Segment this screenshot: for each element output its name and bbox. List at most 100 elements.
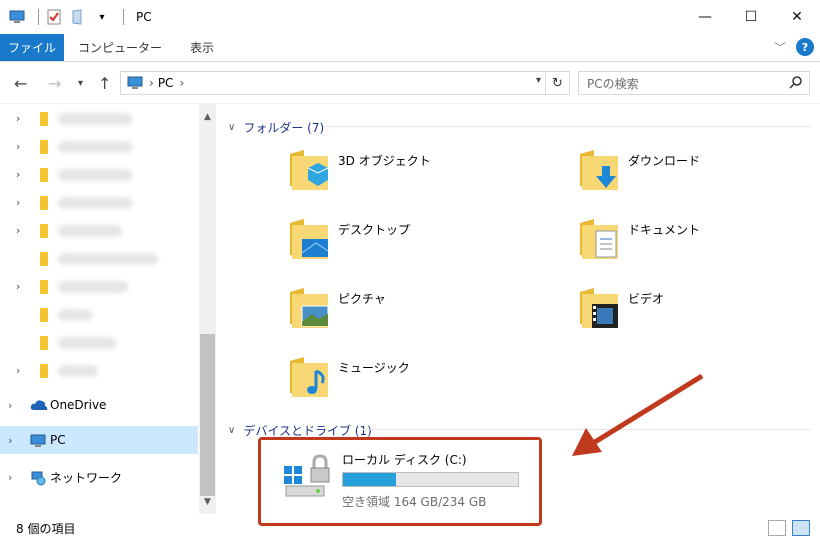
computer-icon [127,76,143,89]
qat-dropdown-icon[interactable]: ▾ [93,8,111,26]
breadcrumb-separator[interactable]: › [149,76,154,90]
scroll-down-icon[interactable]: ▼ [199,493,216,510]
nav-item-quick[interactable] [0,300,198,328]
expand-arrow-icon[interactable]: › [16,196,20,209]
pictures-folder-icon [290,288,329,328]
folder-icon [40,168,48,182]
blurred-label [58,281,128,293]
expand-arrow-icon[interactable]: › [16,224,20,237]
close-button[interactable]: ✕ [774,0,820,34]
nav-item-quick[interactable]: › [0,132,198,160]
folder-label: ピクチャ [338,292,386,306]
nav-item-quick[interactable]: › [0,216,198,244]
sidebar-item-label: PC [50,433,66,447]
quick-access-toolbar: ▾ [8,0,130,34]
address-bar[interactable]: › PC › ▾ ↻ [120,71,570,95]
tab-computer[interactable]: コンピューター [64,34,176,61]
folder-label: ミュージック [338,361,410,375]
toolbar-separator [123,9,124,25]
documents-folder-icon [580,219,618,259]
properties-icon[interactable] [45,8,63,26]
recent-locations-icon[interactable]: ▾ [78,78,83,89]
folder-label: ビデオ [628,292,665,306]
expand-arrow-icon[interactable]: › [16,140,20,153]
folder-tile-3d[interactable]: 3D オブジェクト [288,146,431,194]
folder-icon [40,140,48,154]
videos-folder-icon [580,288,618,328]
folder-tile-music[interactable]: ミュージック [288,353,410,401]
sidebar-item-label: OneDrive [50,398,107,412]
folder-tile-pictures[interactable]: ピクチャ [288,284,386,332]
folder-tile-desktop[interactable]: デスクトップ [288,215,410,263]
blurred-label [58,253,158,265]
nav-item-quick[interactable]: › [0,104,198,132]
blurred-label [58,113,132,125]
nav-item-quick[interactable] [0,244,198,272]
onedrive-cloud-icon [30,400,48,410]
blurred-label [58,337,116,349]
computer-icon [30,434,46,447]
folder-icon [40,336,48,350]
title-bar: ▾ PC — ☐ ✕ [0,0,820,34]
collapse-chevron-icon[interactable]: ∨ [228,122,235,133]
folders-group-header[interactable]: ∨ フォルダー (7) [228,119,324,136]
group-divider [326,126,810,127]
details-view-icon[interactable] [768,520,786,536]
blurred-label [58,225,122,237]
folder-icon [40,252,48,266]
tab-file[interactable]: ファイル [0,34,64,61]
blurred-label [58,169,132,181]
nav-item-quick[interactable]: › [0,188,198,216]
sidebar-item-onedrive[interactable]: › OneDrive [0,391,198,419]
maximize-button[interactable]: ☐ [728,0,774,34]
tab-view[interactable]: 表示 [176,34,228,61]
item-count: 8 個の項目 [16,521,76,536]
scroll-up-icon[interactable]: ▲ [199,108,216,125]
nav-item-quick[interactable] [0,328,198,356]
expand-ribbon-icon[interactable]: ﹀ [774,39,786,56]
expand-arrow-icon[interactable]: › [16,168,20,181]
3d-objects-folder-icon [290,150,329,190]
status-bar: 8 個の項目 [0,514,820,542]
minimize-button[interactable]: — [682,0,728,34]
expand-arrow-icon[interactable]: › [16,280,20,293]
folder-icon [40,196,48,210]
back-arrow-icon[interactable]: ← [14,74,27,93]
computer-icon[interactable] [8,8,26,26]
new-folder-icon[interactable] [69,8,87,26]
sidebar-item-pc[interactable]: › PC [0,426,198,454]
ribbon-right: ﹀ ? [774,38,814,56]
folder-tile-downloads[interactable]: ダウンロード [578,146,700,194]
breadcrumb-pc[interactable]: PC [158,76,174,90]
help-button[interactable]: ? [796,38,814,56]
folder-icon [40,364,48,378]
folder-label: ドキュメント [628,223,701,237]
forward-arrow-icon[interactable]: → [48,74,61,93]
nav-item-quick[interactable]: › [0,160,198,188]
search-input[interactable]: PCの検索 [578,71,810,95]
window-controls: — ☐ ✕ [682,0,820,34]
expand-arrow-icon[interactable]: › [8,471,12,484]
nav-scrollbar[interactable]: ▲ ▼ [199,104,216,514]
scroll-thumb[interactable] [200,334,215,496]
search-icon[interactable] [789,75,803,89]
large-icons-view-icon[interactable] [792,520,810,536]
nav-item-quick[interactable]: › [0,272,198,300]
up-arrow-icon[interactable]: ↑ [98,74,111,93]
expand-arrow-icon[interactable]: › [8,399,12,412]
sidebar-item-network[interactable]: › ネットワーク [0,463,198,491]
expand-arrow-icon[interactable]: › [16,364,20,377]
expand-arrow-icon[interactable]: › [8,434,12,447]
blurred-label [58,309,92,321]
folder-tile-videos[interactable]: ビデオ [578,284,664,332]
nav-item-quick[interactable]: › [0,356,198,384]
folder-icon [40,308,48,322]
collapse-chevron-icon[interactable]: ∨ [228,425,235,436]
expand-arrow-icon[interactable]: › [16,112,20,125]
refresh-icon[interactable]: ↻ [545,72,569,94]
folder-tile-documents[interactable]: ドキュメント [578,215,700,263]
search-placeholder: PCの検索 [587,76,639,91]
breadcrumb-separator[interactable]: › [179,76,184,90]
desktop-folder-icon [290,219,329,259]
address-dropdown-icon[interactable]: ▾ [536,75,541,86]
